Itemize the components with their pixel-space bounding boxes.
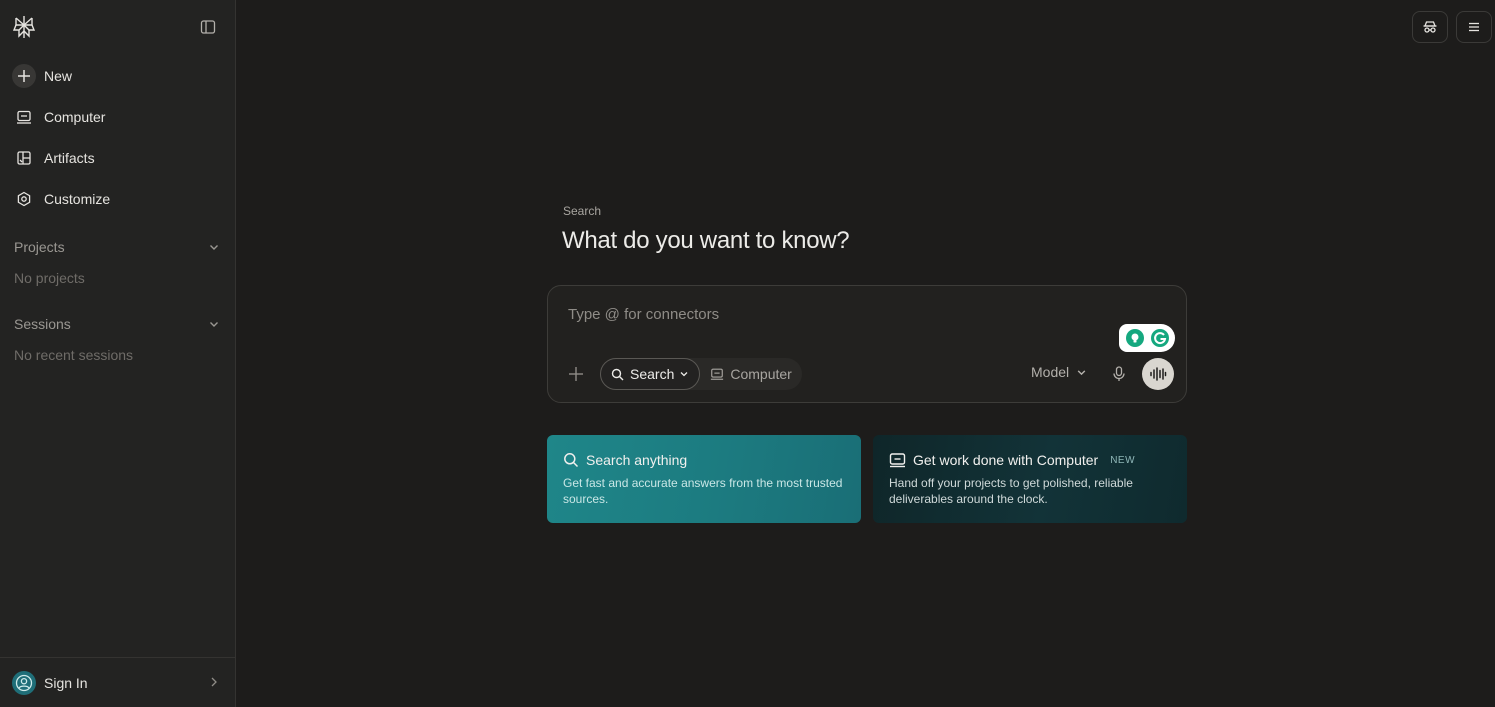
incognito-icon: [1423, 21, 1437, 33]
mode-label: Computer: [730, 366, 792, 382]
computer-card[interactable]: Get work done with Computer NEW Hand off…: [873, 435, 1187, 523]
sign-in-button[interactable]: Sign In: [0, 657, 235, 707]
computer-mode-button[interactable]: Computer: [700, 358, 801, 390]
chevron-down-icon: [210, 322, 218, 327]
menu-button[interactable]: [1456, 11, 1492, 43]
sidebar: New Computer Artifacts Customize Project…: [0, 0, 236, 707]
card-title: Get work done with Computer: [913, 452, 1099, 468]
voice-mode-button[interactable]: [1142, 358, 1174, 390]
mode-toggle: Search Computer: [600, 358, 802, 390]
card-description: Hand off your projects to get polished, …: [889, 476, 1133, 506]
extension-badge[interactable]: [1119, 324, 1175, 352]
sidebar-item-label: Artifacts: [44, 150, 95, 166]
model-label: Model: [1031, 364, 1070, 380]
menu-icon: [1469, 22, 1479, 32]
sessions-section-header[interactable]: Sessions: [14, 314, 220, 334]
sidebar-item-customize[interactable]: Customize: [0, 181, 236, 217]
grammarly-icon: [1150, 329, 1169, 347]
microphone-button[interactable]: [1111, 365, 1127, 383]
sidebar-item-label: Computer: [44, 109, 106, 125]
card-description: Get fast and accurate answers from the m…: [563, 476, 843, 506]
sidebar-item-label: New: [44, 68, 73, 84]
sessions-empty: No recent sessions: [14, 347, 134, 363]
projects-empty: No projects: [14, 270, 85, 286]
customize-icon: [12, 187, 36, 211]
computer-icon: [12, 105, 36, 129]
model-selector[interactable]: Model: [1031, 364, 1087, 380]
waveform-icon: [1150, 367, 1167, 381]
sign-in-label: Sign In: [44, 674, 88, 691]
search-anything-card[interactable]: Search anything Get fast and accurate an…: [547, 435, 861, 523]
chevron-right-icon: [211, 677, 217, 687]
mode-label: Search: [630, 366, 675, 382]
query-input[interactable]: Type @ for connectors: [568, 306, 719, 323]
sidebar-toggle-icon[interactable]: [198, 17, 218, 37]
artifacts-icon: [12, 146, 36, 170]
search-icon: [564, 453, 579, 468]
card-title: Search anything: [586, 452, 688, 468]
computer-icon: [711, 368, 724, 380]
sidebar-item-computer[interactable]: Computer: [0, 99, 236, 135]
chevron-down-icon: [1077, 369, 1086, 375]
projects-label: Projects: [14, 239, 65, 255]
lightbulb-icon: [1125, 329, 1144, 347]
page-title: What do you want to know?: [562, 227, 850, 254]
search-mode-button[interactable]: Search: [600, 358, 701, 390]
search-icon: [611, 368, 624, 380]
sidebar-item-new[interactable]: New: [0, 58, 236, 94]
chevron-down-icon: [210, 245, 218, 250]
hero-label: Search: [563, 204, 602, 218]
chevron-down-icon: [680, 372, 688, 377]
sidebar-item-artifacts[interactable]: Artifacts: [0, 140, 236, 176]
avatar: [12, 670, 36, 695]
composer[interactable]: Type @ for connectors Search Computer Mo…: [547, 285, 1187, 403]
microphone-icon: [1113, 366, 1125, 381]
sidebar-item-label: Customize: [44, 191, 111, 207]
projects-section-header[interactable]: Projects: [14, 237, 220, 257]
sessions-label: Sessions: [14, 316, 71, 332]
new-badge: NEW: [1110, 454, 1136, 466]
plus-icon: [569, 367, 583, 381]
plus-icon: [12, 64, 36, 88]
attach-button[interactable]: [566, 364, 586, 384]
logo-icon[interactable]: [12, 15, 36, 39]
computer-icon: [889, 453, 906, 468]
incognito-button[interactable]: [1412, 11, 1448, 43]
